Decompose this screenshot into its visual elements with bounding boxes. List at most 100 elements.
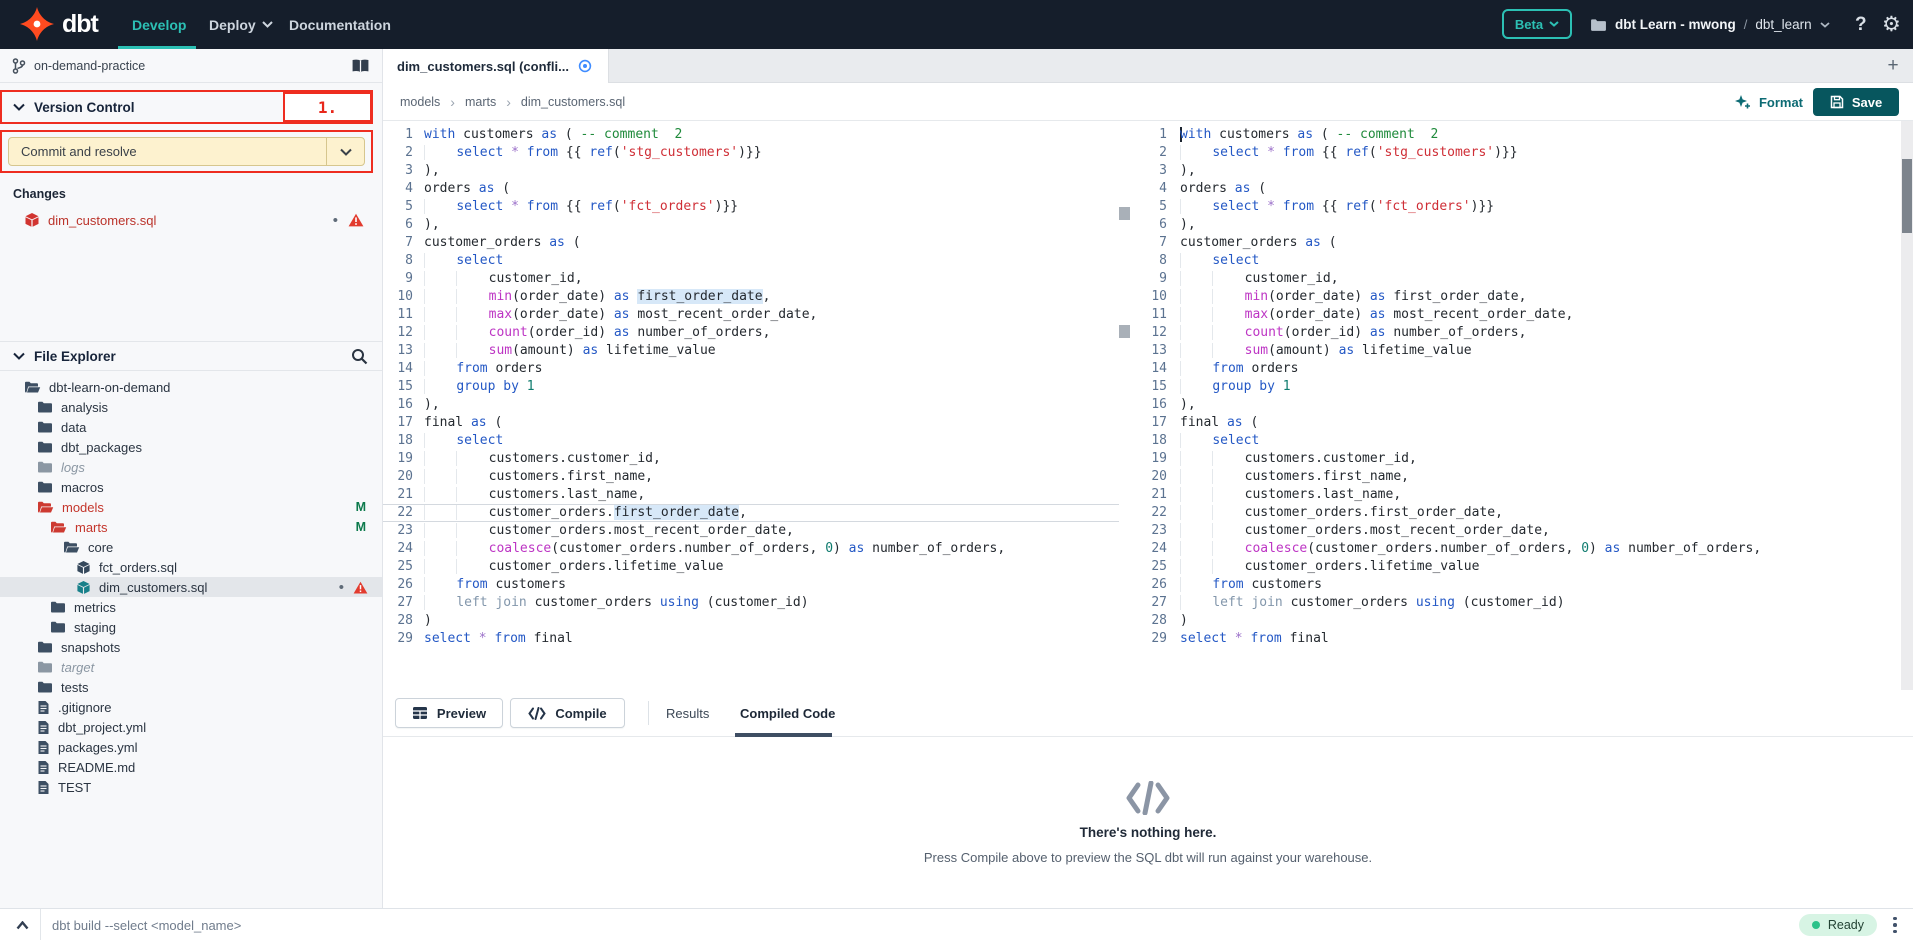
tree-item-dbt_packages[interactable]: dbt_packages	[0, 437, 382, 457]
breadcrumb-separator: ›	[450, 94, 455, 110]
tree-item-core[interactable]: core	[0, 537, 382, 557]
changes-title: Changes	[13, 187, 66, 201]
tree-item-metrics[interactable]: metrics	[0, 597, 382, 617]
code-line: 4orders as (	[383, 180, 1119, 198]
tree-item-staging[interactable]: staging	[0, 617, 382, 637]
right-scrollbar-track[interactable]	[1901, 121, 1913, 690]
tree-item-snapshots[interactable]: snapshots	[0, 637, 382, 657]
save-floppy-icon	[1830, 95, 1844, 109]
save-button[interactable]: Save	[1813, 88, 1899, 116]
code-line: 29select * from final	[1147, 630, 1884, 648]
tree-item-label: README.md	[58, 760, 135, 775]
line-number: 11	[1147, 306, 1167, 324]
environment-name: dbt_learn	[1755, 17, 1811, 32]
sidebar: on-demand-practice Version Control Commi…	[0, 49, 383, 908]
line-number: 6	[1147, 216, 1167, 234]
file-icon	[37, 760, 50, 775]
code-line: 11 max(order_date) as most_recent_order_…	[383, 306, 1119, 324]
tree-item-dim_customers.sql[interactable]: dim_customers.sql•	[0, 577, 382, 597]
tree-item-analysis[interactable]: analysis	[0, 397, 382, 417]
line-number: 22	[1147, 504, 1167, 522]
tab-results[interactable]: Results	[666, 690, 709, 737]
code-pane-left[interactable]: 1with customers as ( -- comment 22 selec…	[383, 121, 1119, 690]
line-number: 3	[383, 162, 413, 180]
breadcrumb-models[interactable]: models	[400, 95, 440, 109]
line-number: 17	[383, 414, 413, 432]
line-number: 17	[1147, 414, 1167, 432]
tree-item-TEST[interactable]: TEST	[0, 777, 382, 797]
toolbar-divider	[648, 701, 649, 725]
tab-compiled-code[interactable]: Compiled Code	[740, 690, 835, 737]
tree-item-packages.yml[interactable]: packages.yml	[0, 737, 382, 757]
line-number: 27	[383, 594, 413, 612]
account-selector[interactable]: dbt Learn - mwong / dbt_learn	[1590, 0, 1830, 49]
tree-item-models[interactable]: modelsM	[0, 497, 382, 517]
beta-button[interactable]: Beta	[1502, 9, 1572, 39]
code-line: 24 coalesce(customer_orders.number_of_or…	[1147, 540, 1884, 558]
editor-main: dim_customers.sql (confli... + models › …	[383, 49, 1913, 908]
tree-item-.gitignore[interactable]: .gitignore	[0, 697, 382, 717]
model-cube-icon	[76, 580, 91, 595]
tab-dim-customers[interactable]: dim_customers.sql (confli...	[383, 49, 609, 83]
code-line: 5 select * from {{ ref('fct_orders')}}	[1147, 198, 1884, 216]
folder-open-icon	[24, 380, 41, 394]
compile-button[interactable]: Compile	[510, 698, 625, 728]
format-button[interactable]: Format	[1734, 88, 1803, 116]
tree-item-data[interactable]: data	[0, 417, 382, 437]
folder-icon	[50, 600, 66, 614]
git-branch-row[interactable]: on-demand-practice	[0, 49, 382, 83]
file-icon	[37, 780, 50, 795]
code-line: 13 sum(amount) as lifetime_value	[1147, 342, 1884, 360]
tree-item-fct_orders.sql[interactable]: fct_orders.sql	[0, 557, 382, 577]
tree-item-macros[interactable]: macros	[0, 477, 382, 497]
code-line: 7customer_orders as (	[1147, 234, 1884, 252]
help-icon[interactable]: ?	[1855, 0, 1867, 49]
code-pane-right[interactable]: 1with customers as ( -- comment 22 selec…	[1147, 121, 1884, 690]
left-scrollbar-thumb[interactable]	[1119, 207, 1130, 220]
nav-documentation[interactable]: Documentation	[289, 0, 391, 49]
tree-item-dbt-learn-on-demand[interactable]: dbt-learn-on-demand	[0, 377, 382, 397]
command-input[interactable]: dbt build --select <model_name>	[52, 909, 241, 940]
line-number: 8	[1147, 252, 1167, 270]
empty-state-subtitle: Press Compile above to preview the SQL d…	[924, 850, 1372, 865]
bottom-panel: Preview Compile Results Compiled Code	[383, 690, 1913, 908]
model-cube-icon	[76, 560, 91, 575]
code-line: 23 customer_orders.most_recent_order_dat…	[1147, 522, 1884, 540]
tree-item-label: data	[61, 420, 86, 435]
left-scrollbar-thumb[interactable]	[1119, 325, 1130, 338]
kebab-menu-icon[interactable]	[1887, 915, 1903, 935]
changed-file-row[interactable]: dim_customers.sql •	[0, 209, 382, 231]
tree-item-dbt_project.yml[interactable]: dbt_project.yml	[0, 717, 382, 737]
settings-gear-icon[interactable]: ⚙	[1882, 0, 1901, 49]
commit-and-resolve-button[interactable]: Commit and resolve	[8, 137, 365, 166]
status-bar: dbt build --select <model_name> Ready	[0, 908, 1913, 940]
breadcrumb-marts[interactable]: marts	[465, 95, 496, 109]
line-number: 8	[383, 252, 413, 270]
chevron-down-icon	[13, 352, 25, 360]
folder-icon	[37, 400, 53, 414]
tree-item-label: packages.yml	[58, 740, 137, 755]
docs-book-icon[interactable]	[351, 58, 370, 74]
breadcrumb-file[interactable]: dim_customers.sql	[521, 95, 625, 109]
dbt-logo[interactable]: dbt	[20, 7, 98, 41]
commit-dropdown-chevron[interactable]	[326, 138, 364, 165]
search-icon[interactable]	[351, 348, 368, 365]
preview-button[interactable]: Preview	[395, 698, 503, 728]
nav-develop[interactable]: Develop	[132, 0, 186, 49]
code-line: 28)	[1147, 612, 1884, 630]
line-number: 29	[1147, 630, 1167, 648]
file-explorer-section-header[interactable]: File Explorer	[0, 341, 382, 371]
tree-item-logs[interactable]: logs	[0, 457, 382, 477]
expand-chevron-up-icon[interactable]	[10, 914, 34, 936]
tree-item-README.md[interactable]: README.md	[0, 757, 382, 777]
code-line: 19 customers.customer_id,	[383, 450, 1119, 468]
nav-deploy[interactable]: Deploy	[209, 0, 273, 49]
tree-item-marts[interactable]: martsM	[0, 517, 382, 537]
code-line: 27 left join customer_orders using (cust…	[383, 594, 1119, 612]
tree-item-tests[interactable]: tests	[0, 677, 382, 697]
folder-open-icon	[50, 520, 67, 534]
tree-item-target[interactable]: target	[0, 657, 382, 677]
code-diff-area: 1with customers as ( -- comment 22 selec…	[383, 121, 1913, 690]
right-scrollbar-thumb[interactable]	[1902, 159, 1912, 233]
new-tab-plus-icon[interactable]: +	[1881, 54, 1905, 78]
